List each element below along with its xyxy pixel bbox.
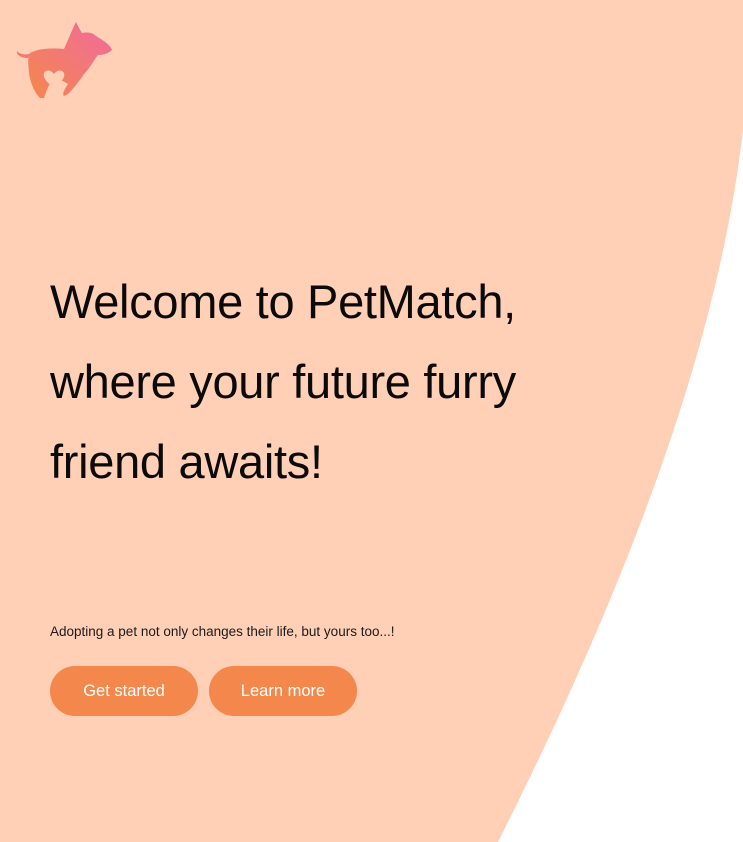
learn-more-button[interactable]: Learn more [209,666,357,716]
hero-title: Welcome to PetMatch, where your future f… [50,275,516,488]
cta-button-group: Get started Learn more [50,666,357,716]
landing-page: Welcome to PetMatch, where your future f… [0,0,743,842]
get-started-button[interactable]: Get started [50,666,198,716]
hero-section: Welcome to PetMatch, where your future f… [50,262,610,502]
dog-heart-logo-icon[interactable] [14,18,114,100]
hero-subtitle: Adopting a pet not only changes their li… [50,624,395,639]
